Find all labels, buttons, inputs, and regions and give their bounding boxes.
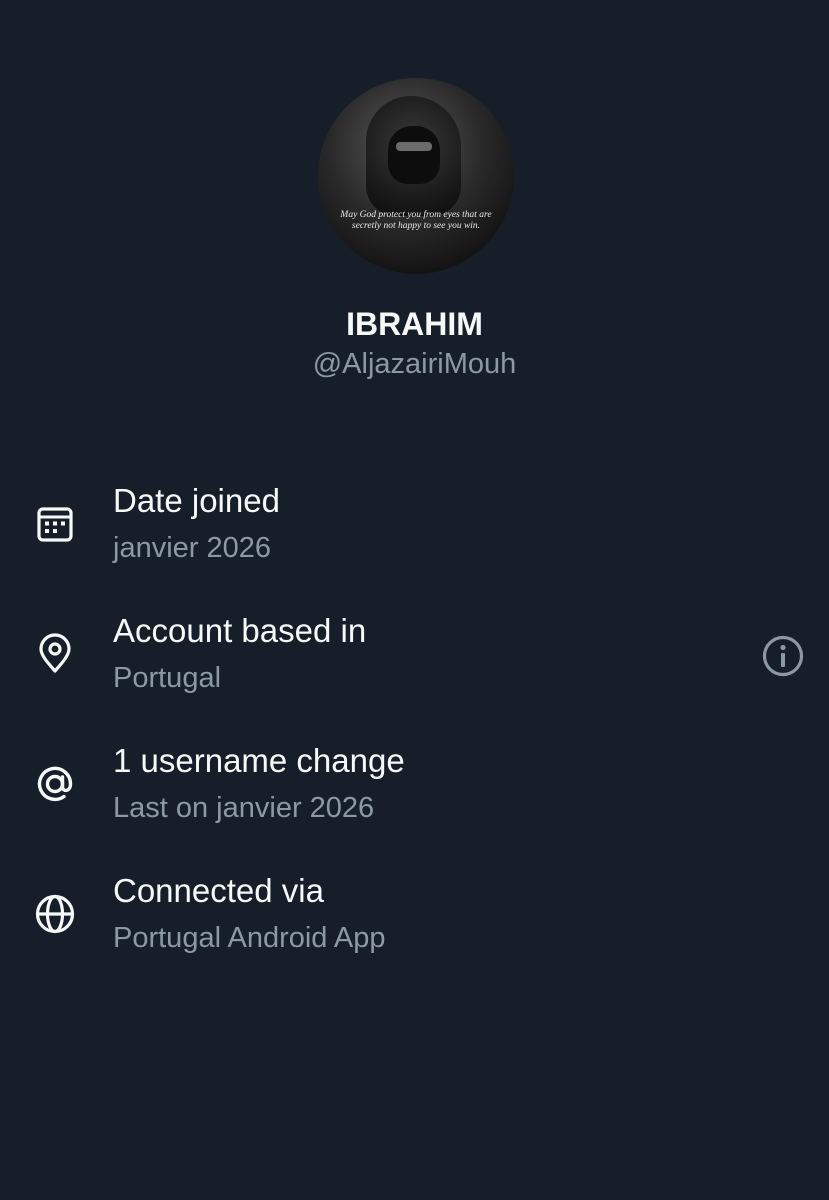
user-handle: @AljazairiMouh [312,348,517,380]
display-name: IBRAHIM [346,306,483,342]
detail-subtitle: Last on janvier 2026 [113,792,375,824]
detail-subtitle: Portugal [113,662,222,694]
detail-subtitle: Portugal Android App [113,922,386,954]
detail-title: Connected via [113,872,324,909]
about-account-page: May God protect you from eyes that are s… [0,0,829,1200]
detail-row-username-change: 1 username change Last on janvier 2026 [0,738,829,838]
detail-row-connected-via: Connected via Portugal Android App [0,868,829,968]
detail-title: Account based in [113,612,367,649]
detail-row-date-joined: Date joined janvier 2026 [0,478,829,578]
calendar-icon [33,502,77,546]
at-sign-icon [33,762,77,806]
detail-row-account-based-in: Account based in Portugal [0,608,829,708]
detail-subtitle: janvier 2026 [113,532,271,564]
detail-title: Date joined [113,482,280,519]
detail-title: 1 username change [113,742,405,779]
avatar-caption: May God protect you from eyes that are s… [340,210,492,231]
globe-icon [33,892,77,936]
profile-avatar[interactable]: May God protect you from eyes that are s… [318,78,514,274]
avatar-mask-shape [388,126,440,184]
info-icon[interactable] [760,633,806,679]
avatar-eyes-shape [396,142,432,151]
location-pin-icon [33,632,77,676]
